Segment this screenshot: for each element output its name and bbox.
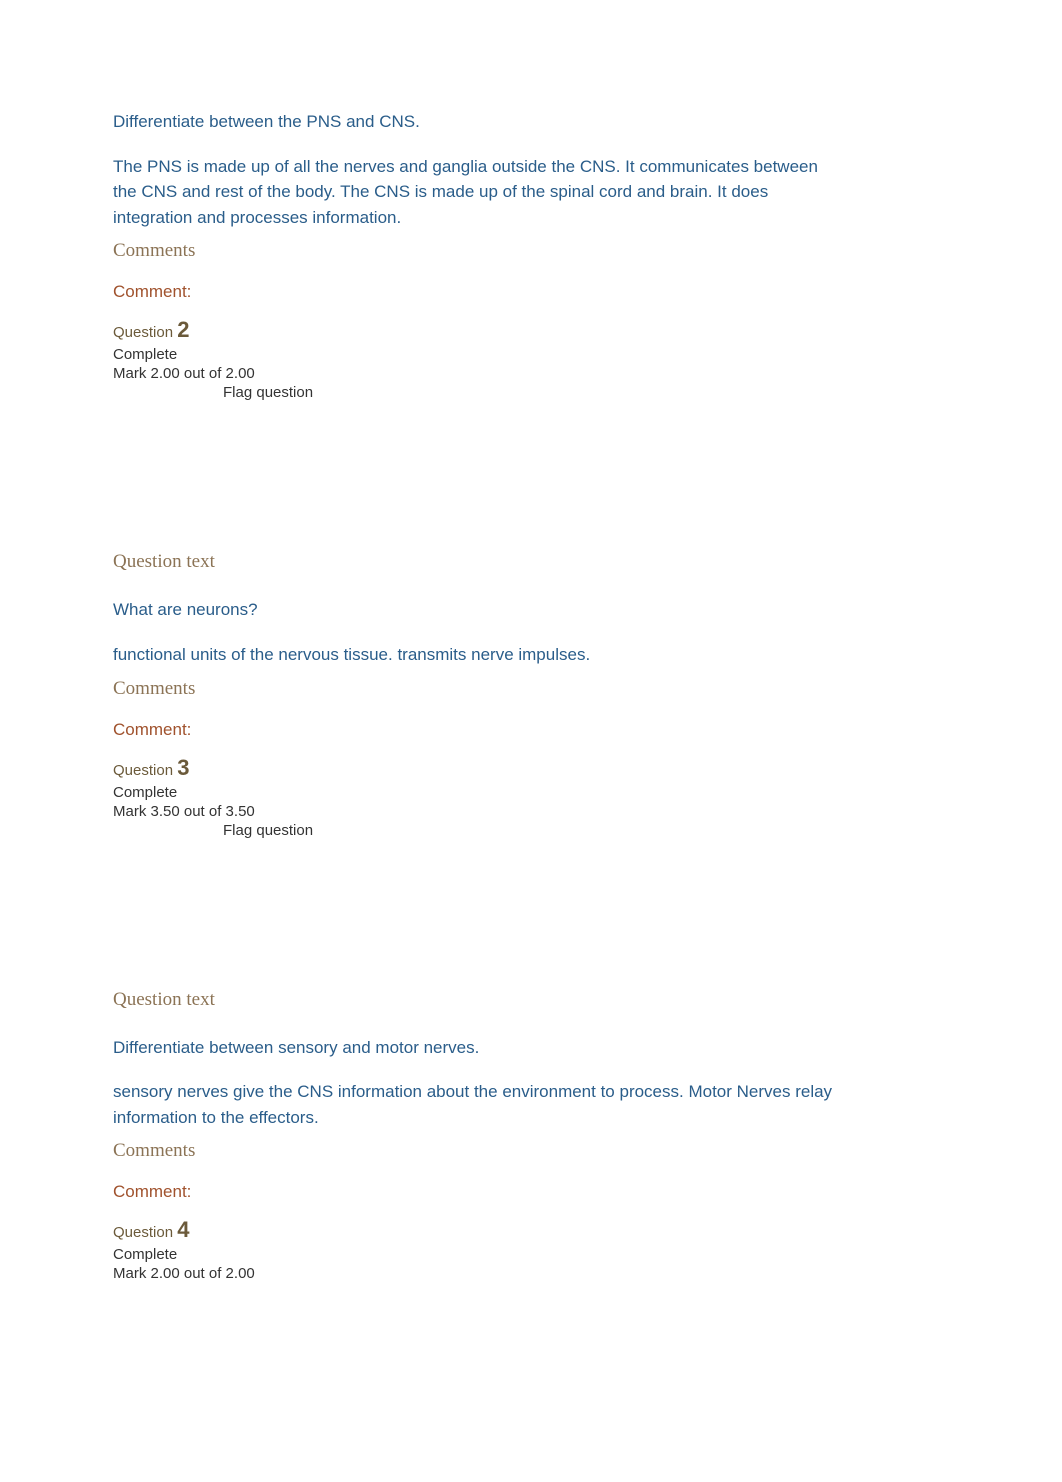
comment-label: Comment: <box>113 1182 843 1202</box>
question-label: Question <box>113 762 177 779</box>
question-prompt: Differentiate between sensory and motor … <box>113 1036 843 1060</box>
status-complete: Complete <box>113 346 843 363</box>
mark-text: Mark 3.50 out of 3.50 <box>113 803 843 820</box>
status-complete: Complete <box>113 784 843 801</box>
flag-question-link[interactable]: Flag question <box>223 822 843 839</box>
comment-label: Comment: <box>113 282 843 302</box>
mark-text: Mark 2.00 out of 2.00 <box>113 1265 843 1282</box>
comments-heading: Comments <box>113 240 843 262</box>
comment-label: Comment: <box>113 720 843 740</box>
mark-text: Mark 2.00 out of 2.00 <box>113 365 843 382</box>
question-header: Question 2 <box>113 317 843 343</box>
question-text-heading: Question text <box>113 551 843 573</box>
question-block-1: Differentiate between the PNS and CNS. T… <box>113 110 843 401</box>
answer-text: The PNS is made up of all the nerves and… <box>113 154 843 231</box>
question-prompt: Differentiate between the PNS and CNS. <box>113 110 843 134</box>
status-complete: Complete <box>113 1246 843 1263</box>
answer-text: functional units of the nervous tissue. … <box>113 642 843 668</box>
question-number: 4 <box>177 1217 189 1242</box>
question-block-2: Question text What are neurons? function… <box>113 551 843 838</box>
question-number: 3 <box>177 755 189 780</box>
question-header: Question 4 <box>113 1217 843 1243</box>
comments-heading: Comments <box>113 678 843 700</box>
comments-heading: Comments <box>113 1140 843 1162</box>
question-text-heading: Question text <box>113 989 843 1011</box>
flag-question-link[interactable]: Flag question <box>223 384 843 401</box>
question-header: Question 3 <box>113 755 843 781</box>
question-block-3: Question text Differentiate between sens… <box>113 989 843 1283</box>
question-number: 2 <box>177 317 189 342</box>
answer-text: sensory nerves give the CNS information … <box>113 1079 843 1130</box>
question-label: Question <box>113 1224 177 1241</box>
question-label: Question <box>113 324 177 341</box>
question-prompt: What are neurons? <box>113 598 843 622</box>
